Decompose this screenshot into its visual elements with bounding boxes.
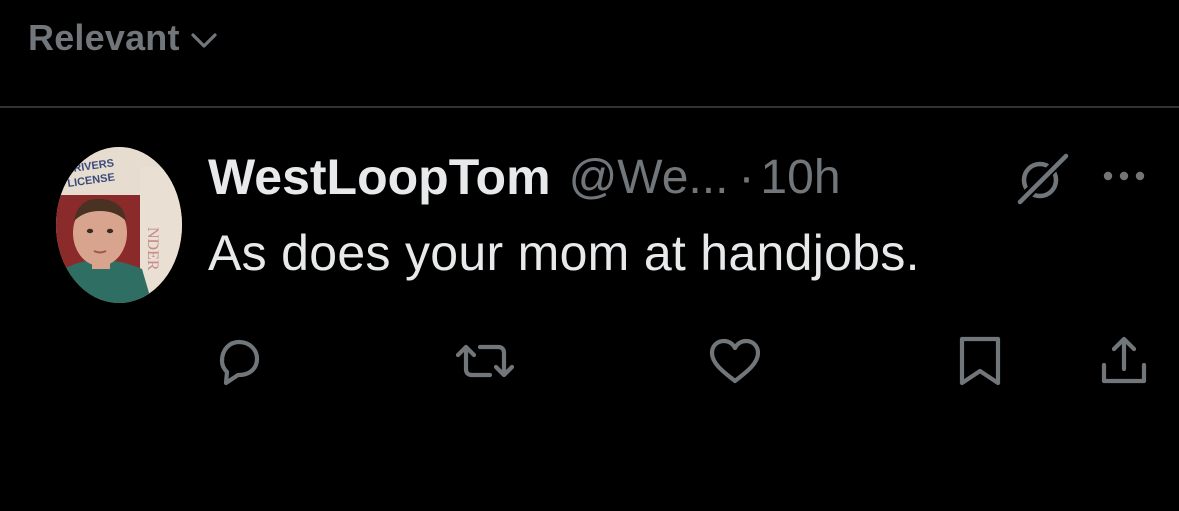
- reply-button[interactable]: [208, 333, 268, 389]
- sort-dropdown[interactable]: Relevant: [28, 12, 218, 64]
- share-icon: [1101, 336, 1147, 384]
- avatar[interactable]: DRIVERS LICENSE NDER: [56, 147, 182, 303]
- share-button[interactable]: [1096, 333, 1154, 389]
- sort-label: Relevant: [28, 17, 180, 58]
- repost-button[interactable]: [450, 333, 520, 389]
- user-handle[interactable]: @We...: [569, 150, 729, 205]
- repost-icon: [455, 344, 515, 378]
- chevron-down-icon: [190, 31, 218, 51]
- tweet-header: WestLoopTom @We... · 10h: [208, 146, 841, 208]
- separator-dot: ·: [738, 150, 755, 204]
- bookmark-icon: [959, 336, 1001, 386]
- svg-text:NDER: NDER: [144, 227, 161, 271]
- display-name[interactable]: WestLoopTom: [208, 148, 551, 206]
- heart-icon: [709, 338, 761, 384]
- sort-bar: Relevant: [0, 0, 1179, 108]
- more-icon[interactable]: [1100, 158, 1152, 194]
- reply-icon: [219, 339, 260, 386]
- bookmark-button[interactable]: [952, 333, 1008, 389]
- like-button[interactable]: [704, 333, 766, 389]
- grok-icon[interactable]: [1012, 150, 1074, 207]
- tweet-text: As does your mom at handjobs.: [208, 225, 920, 281]
- avatar-drivers-license-photo: DRIVERS LICENSE NDER: [56, 147, 182, 303]
- timestamp[interactable]: 10h: [760, 150, 840, 205]
